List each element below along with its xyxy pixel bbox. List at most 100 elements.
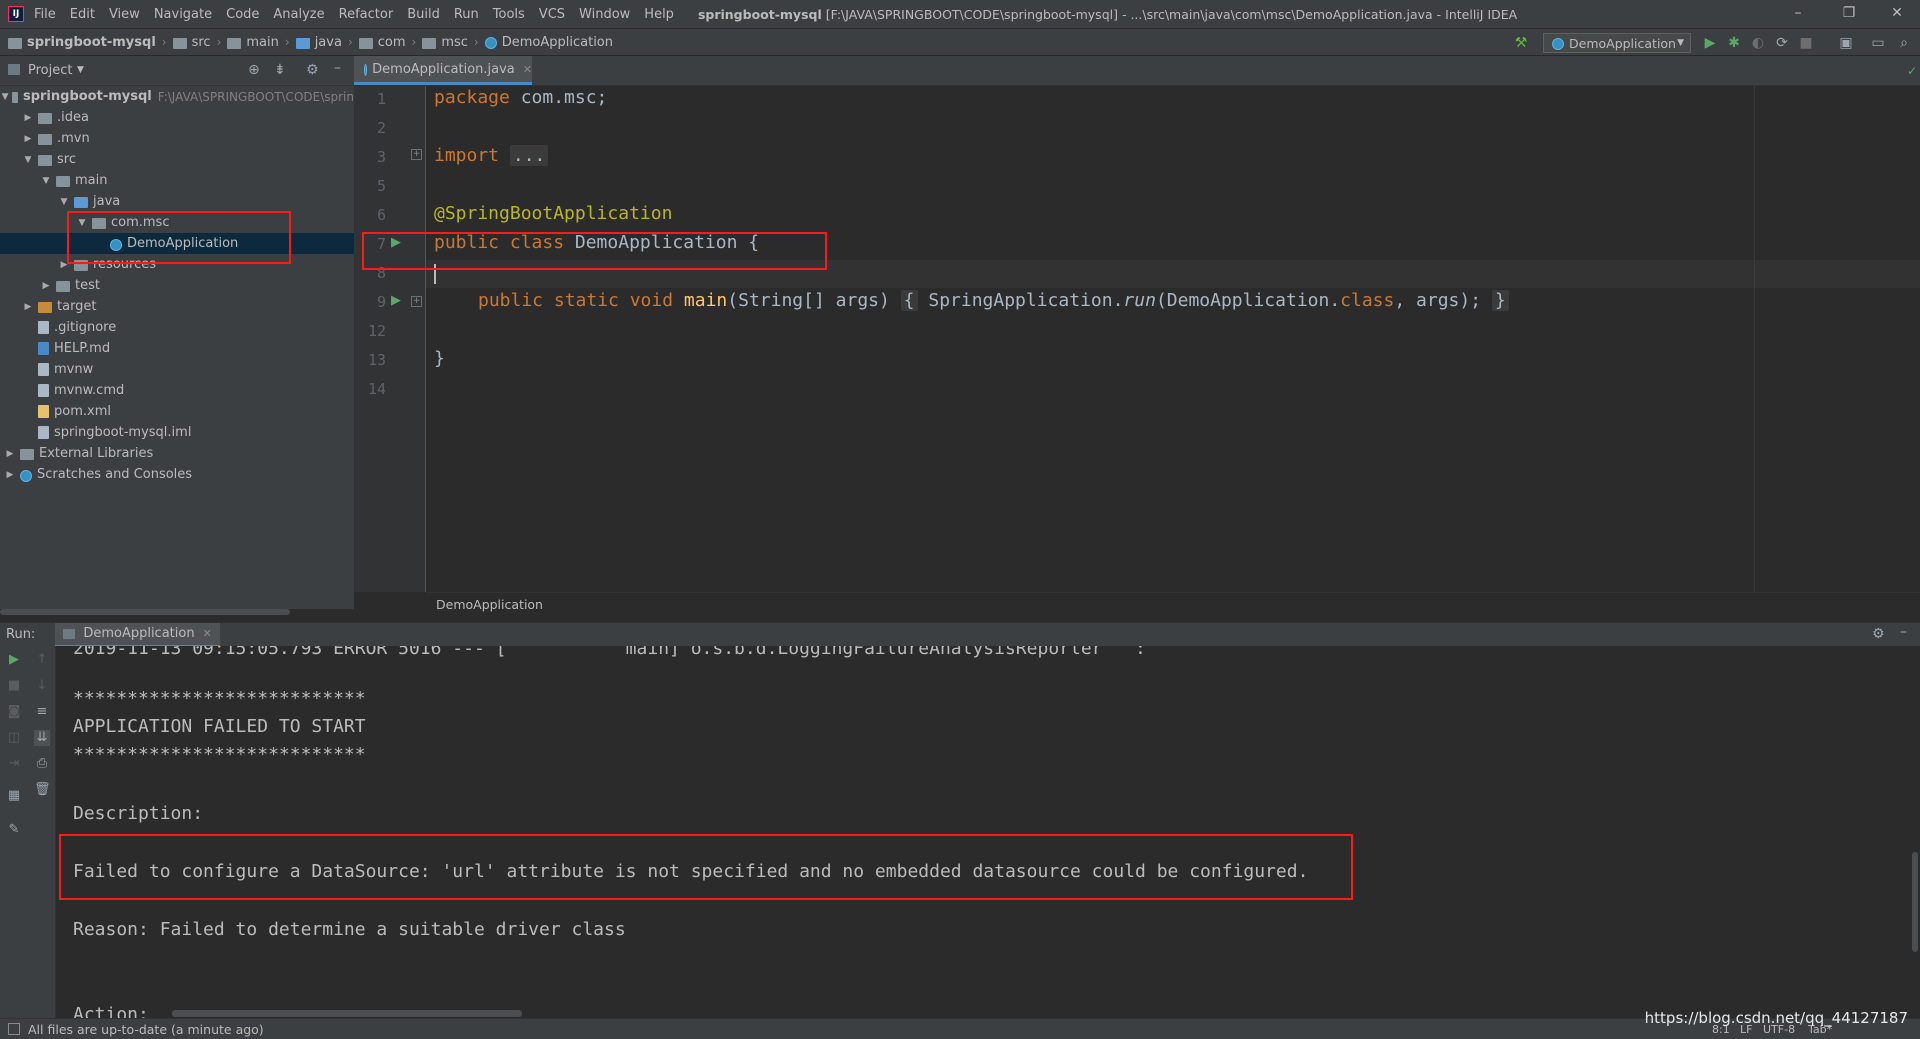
- debug-icon[interactable]: ✱: [1726, 35, 1742, 51]
- scroll-to-end-icon[interactable]: ⇊: [34, 730, 50, 746]
- expand-arrow-right-icon[interactable]: ▶: [40, 281, 52, 291]
- menu-vcs[interactable]: VCS: [539, 7, 565, 22]
- console-horizontal-scrollbar[interactable]: [172, 1010, 522, 1017]
- rerun-icon[interactable]: ▶: [6, 652, 22, 668]
- project-horizontal-scrollbar[interactable]: [0, 609, 290, 615]
- crumb-project[interactable]: springboot-mysql: [27, 35, 156, 50]
- project-view-selector[interactable]: Project: [28, 63, 72, 78]
- tool-windows-icon[interactable]: [8, 1023, 20, 1035]
- expand-arrow-right-icon[interactable]: ▶: [22, 302, 34, 312]
- close-tab-icon[interactable]: ✕: [203, 627, 212, 640]
- tree-item-main[interactable]: ▼ main: [0, 170, 354, 191]
- expand-arrow-right-icon[interactable]: ▶: [22, 134, 34, 144]
- menu-refactor[interactable]: Refactor: [339, 7, 394, 22]
- chevron-down-icon[interactable]: ▼: [77, 65, 84, 75]
- stop-icon[interactable]: ■: [1798, 35, 1814, 51]
- crumb-src[interactable]: src: [192, 35, 211, 50]
- menu-navigate[interactable]: Navigate: [154, 7, 212, 22]
- fold-icon[interactable]: +: [411, 149, 422, 160]
- tree-item-mvnw-cmd[interactable]: mvnw.cmd: [0, 380, 354, 401]
- menu-build[interactable]: Build: [407, 7, 440, 22]
- hide-panel-icon[interactable]: –: [334, 60, 341, 76]
- tree-item-springboot-mysql-iml[interactable]: springboot-mysql.iml: [0, 422, 354, 443]
- folder-icon: [38, 113, 52, 124]
- trash-icon[interactable]: 🗑: [34, 782, 51, 798]
- gear-icon[interactable]: ⚙: [1872, 626, 1885, 642]
- intellij-logo-icon[interactable]: IJ: [8, 6, 24, 22]
- tree-item-scratches-and-consoles[interactable]: ▶ Scratches and Consoles: [0, 464, 354, 485]
- crumb-java[interactable]: java: [315, 35, 342, 50]
- menu-analyze[interactable]: Analyze: [273, 7, 324, 22]
- menu-edit[interactable]: Edit: [70, 7, 95, 22]
- run-gutter-icon[interactable]: ▶: [391, 293, 401, 308]
- folded-brace-close[interactable]: }: [1491, 290, 1509, 311]
- close-tab-icon[interactable]: ✕: [523, 63, 532, 76]
- tree-item-src[interactable]: ▼ src: [0, 149, 354, 170]
- restore-icon[interactable]: ❐: [1840, 4, 1858, 22]
- menu-code[interactable]: Code: [226, 7, 259, 22]
- hide-panel-icon[interactable]: –: [1900, 624, 1907, 640]
- down-arrow-icon[interactable]: ↓: [34, 678, 50, 694]
- tree-item-springboot-mysql[interactable]: ▼ springboot-mysql F:\JAVA\SPRINGBOOT\CODE…: [0, 86, 354, 107]
- menu-help[interactable]: Help: [644, 7, 674, 22]
- tree-item-gitignore[interactable]: .gitignore: [0, 317, 354, 338]
- crumb-msc[interactable]: msc: [441, 35, 468, 50]
- up-arrow-icon[interactable]: ↑: [34, 652, 50, 668]
- minimize-icon[interactable]: –: [1789, 4, 1807, 22]
- expand-arrow-down-icon[interactable]: ▼: [22, 155, 34, 165]
- locate-file-icon[interactable]: ⊕: [248, 62, 260, 78]
- suspend-icon[interactable]: ◫: [6, 730, 22, 746]
- expand-arrow-right-icon[interactable]: ▶: [22, 113, 34, 123]
- tree-item-pom-xml[interactable]: pom.xml: [0, 401, 354, 422]
- tree-item-help-md[interactable]: HELP.md: [0, 338, 354, 359]
- crumb-com[interactable]: com: [378, 35, 406, 50]
- menu-window[interactable]: Window: [579, 7, 630, 22]
- gear-icon[interactable]: ⚙: [306, 62, 319, 78]
- build-hammer-icon[interactable]: ⚒: [1513, 35, 1529, 51]
- expand-arrow-down-icon[interactable]: ▼: [40, 176, 52, 186]
- close-icon[interactable]: ✕: [1888, 4, 1906, 22]
- soft-wrap-icon[interactable]: ≡: [34, 704, 50, 720]
- expand-arrow-right-icon[interactable]: ▶: [4, 470, 16, 480]
- tree-item-idea[interactable]: ▶ .idea: [0, 107, 354, 128]
- console-output[interactable]: 2019-11-13 09:15:05.793 ERROR 5016 --- […: [56, 646, 1920, 1018]
- run-config-selector[interactable]: DemoApplication ▼: [1543, 33, 1691, 53]
- crumb-main[interactable]: main: [246, 35, 278, 50]
- menu-run[interactable]: Run: [454, 7, 479, 22]
- coverage-icon[interactable]: ◐: [1750, 35, 1766, 51]
- layout-icon[interactable]: ▦: [6, 788, 22, 804]
- stop-icon[interactable]: ■: [6, 678, 22, 694]
- crumb-class[interactable]: DemoApplication: [502, 35, 613, 50]
- run-icon[interactable]: ▶: [1702, 35, 1718, 51]
- editor-breadcrumb-item[interactable]: DemoApplication: [436, 597, 543, 612]
- tree-item-label: java: [93, 194, 121, 209]
- tree-item-target[interactable]: ▶ target: [0, 296, 354, 317]
- layout-icon[interactable]: ▭: [1870, 35, 1886, 51]
- folded-imports[interactable]: ...: [509, 145, 549, 166]
- tree-item-external-libraries[interactable]: ▶ External Libraries: [0, 443, 354, 464]
- print-icon[interactable]: ⎙: [34, 756, 50, 772]
- menu-file[interactable]: File: [34, 7, 56, 22]
- console-vertical-scrollbar[interactable]: [1912, 852, 1918, 952]
- expand-arrow-down-icon[interactable]: ▼: [2, 92, 9, 102]
- fold-icon[interactable]: +: [411, 296, 422, 307]
- profiler-icon[interactable]: ⟳: [1774, 35, 1790, 51]
- expand-arrow-down-icon[interactable]: ▼: [58, 197, 70, 207]
- folded-brace-open[interactable]: {: [900, 290, 918, 311]
- run-tab-demoapplication[interactable]: DemoApplication ✕: [55, 622, 220, 647]
- exit-icon[interactable]: ⇥: [6, 756, 22, 772]
- project-structure-icon[interactable]: ▣: [1838, 35, 1854, 51]
- menu-view[interactable]: View: [109, 7, 140, 22]
- tree-item-test[interactable]: ▶ test: [0, 275, 354, 296]
- tree-item-java[interactable]: ▼ java: [0, 191, 354, 212]
- tree-item-mvn[interactable]: ▶ .mvn: [0, 128, 354, 149]
- search-icon[interactable]: ⌕: [1896, 35, 1912, 51]
- camera-icon[interactable]: ◙: [6, 704, 22, 720]
- tab-demoapplication-java[interactable]: DemoApplication.java ✕: [354, 56, 532, 85]
- code-editor[interactable]: package com.msc; import ... @SpringBootA…: [426, 86, 1920, 592]
- tree-item-mvnw[interactable]: mvnw: [0, 359, 354, 380]
- pin-icon[interactable]: ✎: [6, 822, 22, 838]
- expand-arrow-right-icon[interactable]: ▶: [4, 449, 16, 459]
- menu-tools[interactable]: Tools: [493, 7, 525, 22]
- collapse-all-icon[interactable]: ⇟: [274, 62, 286, 78]
